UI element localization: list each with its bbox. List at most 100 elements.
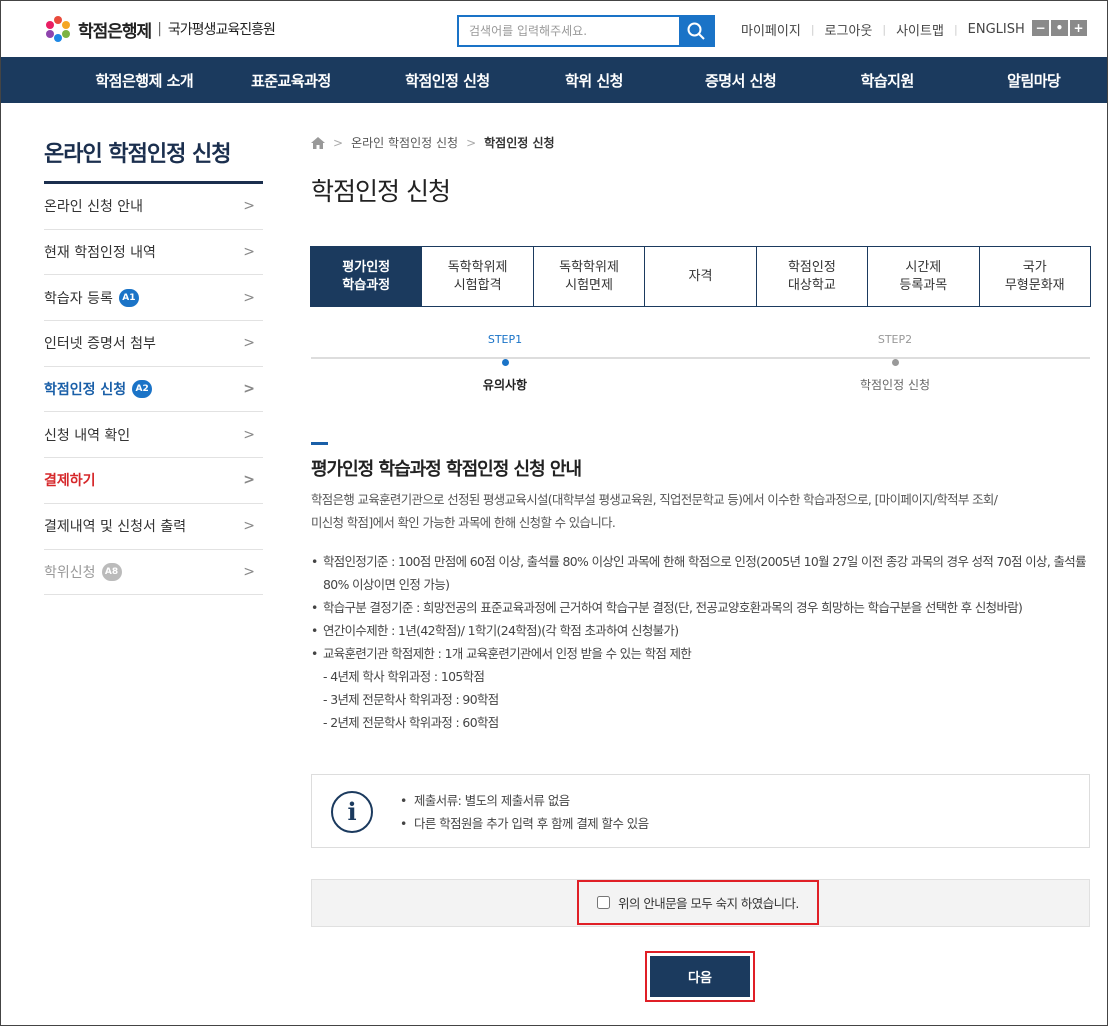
rule-sub-item: - 2년제 전문학사 학위과정 : 60학점 bbox=[323, 715, 499, 730]
sidebar-item-payment-print[interactable]: 결제내역 및 신청서 출력 > bbox=[44, 504, 263, 550]
chevron-right-icon: > bbox=[243, 198, 255, 215]
chevron-right-icon: > bbox=[243, 289, 255, 306]
next-button-highlight: 다음 bbox=[645, 951, 755, 1002]
rules-list: 학점인정기준 : 100점 만점에 60점 이상, 출석률 80% 이상인 과목… bbox=[311, 550, 1101, 734]
info-item: 제출서류: 별도의 제출서류 없음 bbox=[400, 789, 649, 812]
step-2: STEP2 학점인정 신청 bbox=[795, 333, 995, 393]
breadcrumb-item[interactable]: 온라인 학점인정 신청 bbox=[351, 134, 458, 151]
sidebar-item-learner-register[interactable]: 학습자 등록 A1 > bbox=[44, 275, 263, 322]
nav-degree-apply[interactable]: 학위 신청 bbox=[521, 70, 668, 91]
sidebar-item-label: 인터넷 증명서 첨부 bbox=[44, 336, 156, 353]
info-item: 다른 학점원을 추가 입력 후 함께 결제 할수 있음 bbox=[400, 812, 649, 835]
search-bar bbox=[457, 15, 715, 47]
breadcrumb-separator: > bbox=[466, 135, 477, 150]
nav-certificate[interactable]: 증명서 신청 bbox=[667, 70, 814, 91]
chevron-right-icon: > bbox=[243, 426, 255, 443]
sidebar-item-degree-apply[interactable]: 학위신청 A8 > bbox=[44, 550, 263, 596]
english-link[interactable]: ENGLISH bbox=[968, 22, 1025, 37]
intro-line: 학점은행 교육훈련기관으로 선정된 평생교육시설(대학부설 평생교육원, 직업전… bbox=[311, 492, 998, 507]
sidebar-item-guide[interactable]: 온라인 신청 안내 > bbox=[44, 184, 263, 230]
chevron-right-icon: > bbox=[243, 518, 255, 535]
tab-self-study-pass[interactable]: 독학학위제 시험합격 bbox=[421, 247, 532, 306]
search-input[interactable] bbox=[459, 17, 679, 45]
sidebar-item-credit-apply[interactable]: 학점인정 신청 A2 > bbox=[44, 367, 263, 413]
logout-link[interactable]: 로그아웃 bbox=[825, 20, 873, 39]
tab-part-time-course[interactable]: 시간제 등록과목 bbox=[867, 247, 978, 306]
agree-checkbox-label[interactable]: 위의 안내문을 모두 숙지 하였습니다. bbox=[577, 880, 819, 925]
sidebar-item-label: 현재 학점인정 내역 bbox=[44, 245, 156, 262]
site-header: 학점은행제 | 국가평생교육진흥원 마이페이지 | 로그아웃 | 사이트맵 | … bbox=[0, 0, 1108, 56]
sidebar-menu: 온라인 신청 안내 > 현재 학점인정 내역 > 학습자 등록 A1 > 인터넷 … bbox=[44, 184, 263, 596]
search-button[interactable] bbox=[679, 17, 713, 45]
sidebar-item-label: 학점인정 신청 bbox=[44, 382, 127, 399]
tab-intangible-heritage[interactable]: 국가 무형문화재 bbox=[978, 247, 1090, 306]
step-name: 유의사항 bbox=[482, 378, 528, 392]
zoom-in-button[interactable]: + bbox=[1070, 20, 1087, 36]
info-box: i 제출서류: 별도의 제출서류 없음 다른 학점원을 추가 입력 후 함께 결… bbox=[311, 774, 1090, 848]
rule-item: 학점인정기준 : 100점 만점에 60점 이상, 출석률 80% 이상인 과목… bbox=[311, 550, 1101, 596]
step-badge: A8 bbox=[101, 562, 122, 581]
step-dot bbox=[501, 359, 509, 366]
chevron-right-icon: > bbox=[243, 563, 255, 580]
logo-name: 학점은행제 bbox=[78, 21, 152, 42]
tab-evaluated-course[interactable]: 평가인정 학습과정 bbox=[311, 247, 422, 306]
rule-sub-list: - 4년제 학사 학위과정 : 105학점 - 3년제 전문학사 학위과정 : … bbox=[311, 665, 1101, 734]
tab-self-study-exempt[interactable]: 독학학위제 시험면제 bbox=[532, 247, 644, 306]
logo-separator: | bbox=[157, 21, 162, 37]
nav-curriculum[interactable]: 표준교육과정 bbox=[218, 70, 365, 91]
breadcrumb-current: 학점인정 신청 bbox=[484, 136, 555, 150]
site-logo[interactable]: 학점은행제 | 국가평생교육진흥원 bbox=[44, 16, 276, 42]
sitemap-link[interactable]: 사이트맵 bbox=[896, 20, 944, 39]
util-divider: | bbox=[953, 23, 958, 36]
util-divider: | bbox=[810, 23, 815, 36]
next-button[interactable]: 다음 bbox=[650, 956, 750, 997]
sidebar-item-payment[interactable]: 결제하기 > bbox=[44, 458, 263, 504]
sidebar-item-label: 결제내역 및 신청서 출력 bbox=[44, 519, 187, 536]
rule-item: 연간이수제한 : 1년(42학점)/ 1학기(24학점)(각 학점 초과하여 신… bbox=[311, 619, 1101, 642]
info-icon: i bbox=[331, 791, 373, 833]
rule-sub-item: - 4년제 학사 학위과정 : 105학점 bbox=[323, 669, 485, 684]
nav-support[interactable]: 학습지원 bbox=[814, 70, 961, 91]
mypage-link[interactable]: 마이페이지 bbox=[741, 20, 801, 39]
nav-credit-apply[interactable]: 학점인정 신청 bbox=[374, 70, 521, 91]
sidebar-item-certificate-attach[interactable]: 인터넷 증명서 첨부 > bbox=[44, 321, 263, 367]
chevron-right-icon: > bbox=[243, 335, 255, 352]
step-number: STEP2 bbox=[877, 333, 913, 346]
breadcrumb-separator: > bbox=[333, 135, 344, 150]
sidebar-item-label: 온라인 신청 안내 bbox=[44, 199, 144, 216]
rule-item: 교육훈련기관 학점제한 : 1개 교육훈련기관에서 인정 받을 수 있는 학점 … bbox=[311, 642, 1101, 665]
agree-checkbox[interactable] bbox=[597, 896, 611, 909]
sidebar-item-label: 학습자 등록 bbox=[44, 290, 113, 307]
sidebar-item-label: 신청 내역 확인 bbox=[44, 427, 131, 444]
chevron-right-icon: > bbox=[243, 381, 255, 398]
chevron-right-icon: > bbox=[243, 244, 255, 261]
sidebar-item-current-credits[interactable]: 현재 학점인정 내역 > bbox=[44, 230, 263, 276]
apply-type-tabs: 평가인정 학습과정 독학학위제 시험합격 독학학위제 시험면제 자격 학점인정 … bbox=[310, 246, 1091, 307]
main-nav: 학점은행제 소개 표준교육과정 학점인정 신청 학위 신청 증명서 신청 학습지… bbox=[1, 57, 1107, 103]
zoom-controls: − • + bbox=[1032, 20, 1087, 36]
step-badge: A2 bbox=[132, 380, 153, 399]
nav-intro[interactable]: 학점은행제 소개 bbox=[71, 70, 218, 91]
step-1: STEP1 유의사항 bbox=[405, 333, 605, 393]
tab-license[interactable]: 자격 bbox=[644, 247, 755, 306]
zoom-reset-button[interactable]: • bbox=[1051, 20, 1068, 36]
nav-notice[interactable]: 알림마당 bbox=[960, 70, 1107, 91]
breadcrumb: > 온라인 학점인정 신청 > 학점인정 신청 bbox=[311, 134, 555, 151]
zoom-out-button[interactable]: − bbox=[1032, 20, 1049, 36]
rule-item: 학습구분 결정기준 : 희망전공의 표준교육과정에 근거하여 학습구분 결정(단… bbox=[311, 596, 1101, 619]
intro-line: 미신청 학점]에서 확인 가능한 과목에 한해 신청할 수 있습니다. bbox=[311, 515, 616, 530]
section-accent-bar bbox=[311, 442, 328, 445]
step-dot bbox=[891, 359, 899, 366]
step-badge: A1 bbox=[118, 288, 139, 307]
sidebar-item-label: 학위신청 bbox=[44, 564, 96, 581]
home-icon[interactable] bbox=[311, 136, 325, 149]
step-name: 학점인정 신청 bbox=[859, 378, 931, 392]
section-title: 평가인정 학습과정 학점인정 신청 안내 bbox=[311, 459, 582, 480]
sidebar-item-apply-history[interactable]: 신청 내역 확인 > bbox=[44, 412, 263, 459]
page-title: 학점인정 신청 bbox=[311, 177, 451, 206]
chevron-right-icon: > bbox=[243, 472, 255, 489]
section-intro: 학점은행 교육훈련기관으로 선정된 평생교육시설(대학부설 평생교육원, 직업전… bbox=[311, 488, 1101, 534]
info-list: 제출서류: 별도의 제출서류 없음 다른 학점원을 추가 입력 후 함께 결제 … bbox=[400, 789, 649, 835]
logo-org: 국가평생교육진흥원 bbox=[167, 22, 276, 38]
tab-target-school[interactable]: 학점인정 대상학교 bbox=[755, 247, 867, 306]
